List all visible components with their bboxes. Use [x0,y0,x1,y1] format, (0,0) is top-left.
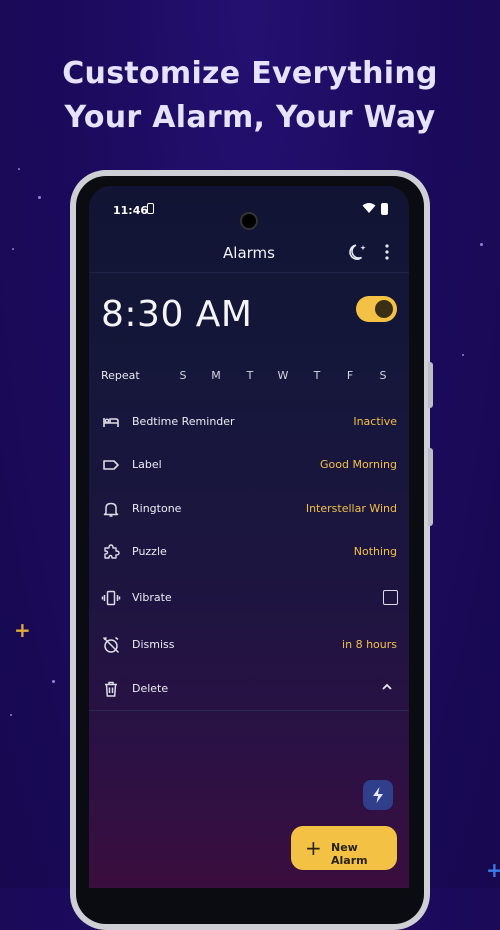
setting-label: Vibrate [132,591,172,604]
bell-icon [103,502,119,517]
setting-row-bedtime-reminder[interactable]: Bedtime Reminder Inactive [89,407,409,437]
promo-headline-line2: Your Alarm, Your Way [64,100,436,135]
divider [89,710,409,711]
day-toggle-friday[interactable]: F [343,369,357,382]
toggle-knob [375,300,393,318]
setting-value: Interstellar Wind [305,502,397,515]
setting-label: Bedtime Reminder [132,415,235,428]
alarm-off-icon [102,636,120,654]
setting-row-label[interactable]: Label Good Morning [89,450,409,480]
day-toggle-sunday[interactable]: S [176,369,190,382]
app-screen: 11:46 Alarms 8:30 AM Repeat S M T W T F … [89,186,409,888]
new-alarm-button[interactable]: + New Alarm [291,826,397,870]
setting-value: Nothing [353,545,397,558]
lightning-icon [373,787,383,803]
sparkle-plus-icon: + [486,858,500,882]
day-toggle-monday[interactable]: M [209,369,223,382]
plus-icon: + [305,836,322,860]
day-toggle-tuesday[interactable]: T [243,369,257,382]
alarm-time[interactable]: 8:30 AM [101,294,252,335]
setting-row-ringtone[interactable]: Ringtone Interstellar Wind [89,494,409,524]
chevron-up-icon[interactable] [381,681,393,693]
setting-label: Puzzle [132,545,167,558]
star-decoration [12,248,14,250]
battery-saver-icon [147,203,154,214]
star-decoration [18,168,20,170]
star-decoration [10,714,12,716]
repeat-label: Repeat [101,369,140,382]
bed-icon [103,418,119,427]
star-decoration [38,196,41,199]
puzzle-icon [104,544,120,559]
moon-stars-icon[interactable] [349,242,369,262]
day-toggle-wednesday[interactable]: W [276,369,290,382]
more-vert-icon[interactable] [384,244,390,260]
setting-row-delete[interactable]: Delete [89,674,409,704]
setting-row-puzzle[interactable]: Puzzle Nothing [89,537,409,567]
star-decoration [52,680,55,683]
setting-row-dismiss[interactable]: Dismiss in 8 hours [89,630,409,660]
vibrate-checkbox[interactable] [383,590,398,605]
vibrate-icon [101,590,121,606]
day-toggle-saturday[interactable]: S [376,369,390,382]
phone-side-button [428,448,433,526]
app-bar: Alarms [89,236,409,273]
day-toggle-thursday[interactable]: T [310,369,324,382]
setting-label: Label [132,458,162,471]
setting-value: Inactive [353,415,397,428]
status-time: 11:46 [113,204,149,217]
wifi-icon [362,203,376,213]
phone-side-button [428,362,433,408]
status-bar: 11:46 [89,198,409,230]
setting-value: in 8 hours [342,638,397,651]
new-alarm-label: New Alarm [331,841,368,867]
label-icon [103,460,119,470]
star-decoration [462,354,464,356]
camera-cutout [240,212,258,230]
sparkle-plus-icon: + [14,618,31,642]
setting-label: Delete [132,682,169,695]
setting-row-vibrate[interactable]: Vibrate [89,583,409,613]
quick-alarm-button[interactable] [363,780,393,810]
setting-value: Good Morning [320,458,397,471]
trash-icon [105,681,117,697]
star-decoration [480,243,483,246]
setting-label: Ringtone [132,502,182,515]
promo-headline-line1: Customize Everything [62,56,438,91]
alarm-enabled-toggle[interactable] [356,296,397,322]
setting-label: Dismiss [132,638,175,651]
battery-icon [381,203,388,215]
